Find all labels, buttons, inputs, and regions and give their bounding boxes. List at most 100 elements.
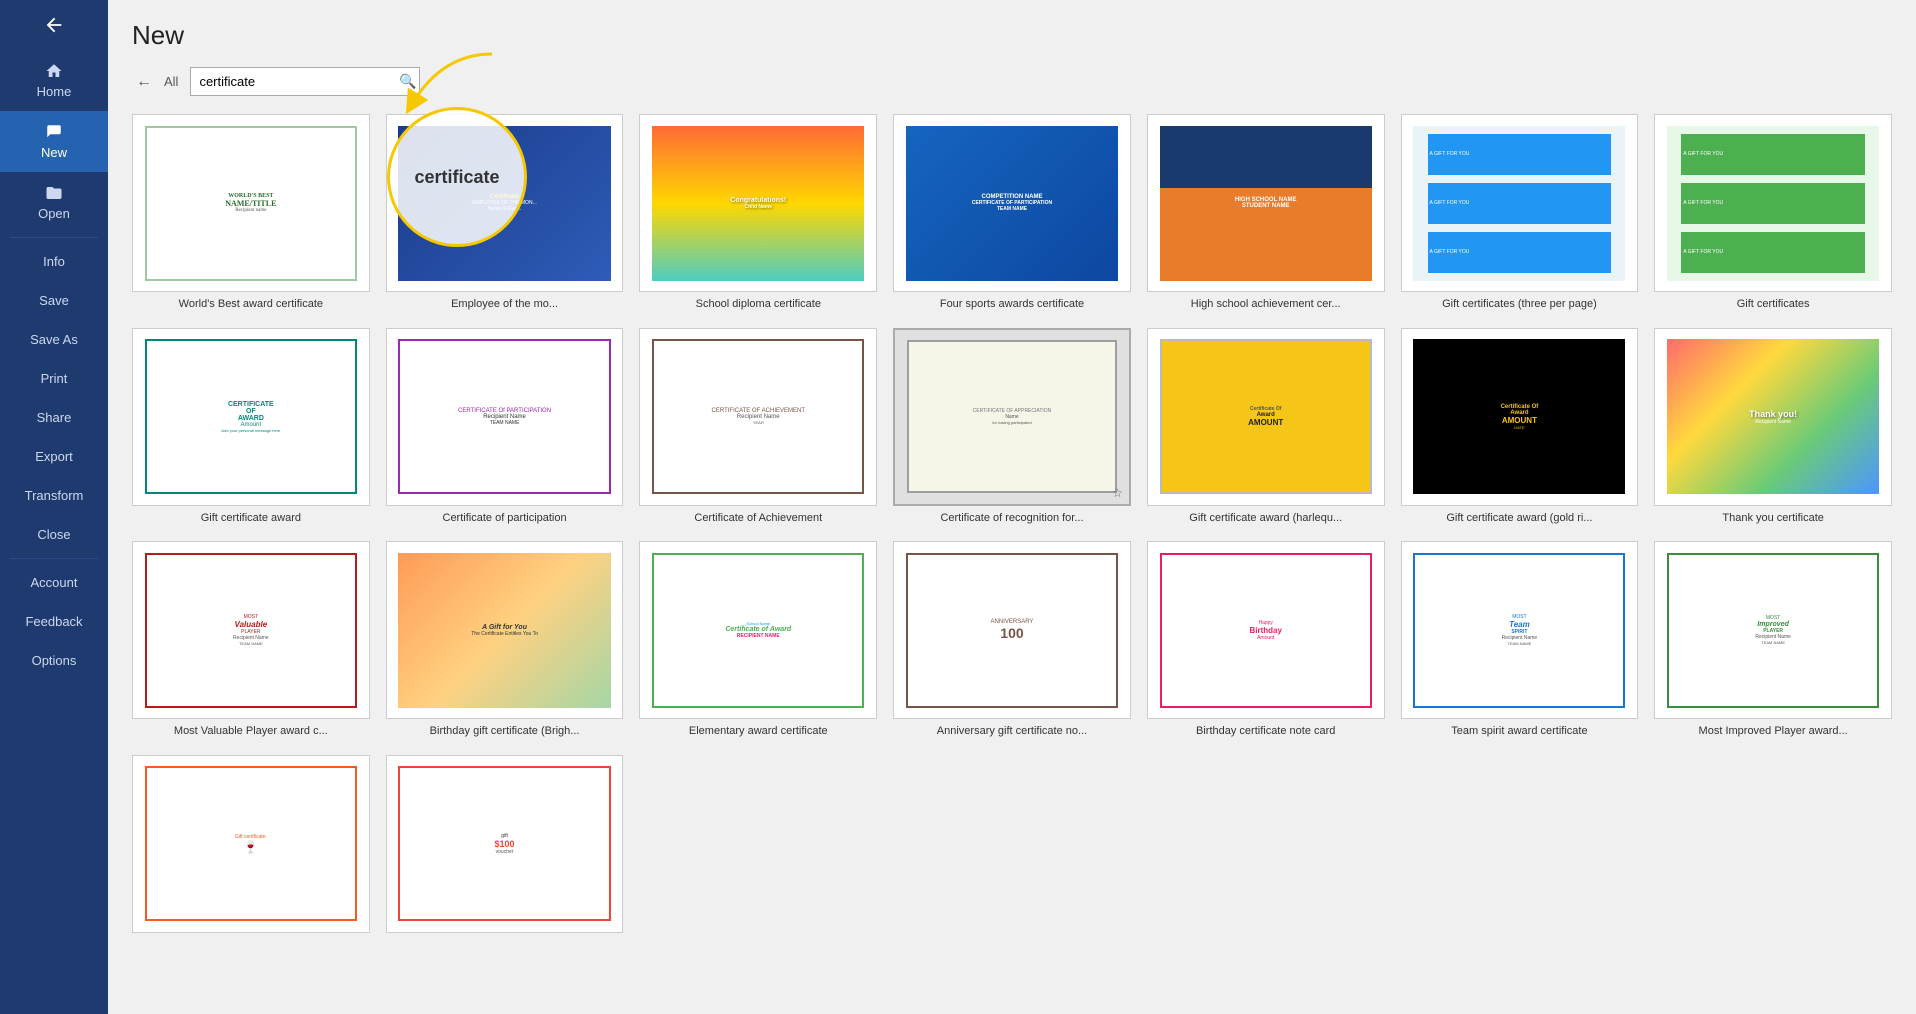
template-label-sports: Four sports awards certificate — [940, 297, 1084, 311]
template-thumb-mvp: MOST Valuable PLAYER Recipient Name TEAM… — [132, 541, 370, 719]
sidebar: Home New Open Info Save Save As Print Sh… — [0, 0, 108, 1014]
template-thumb-improved: MOST Improved PLAYER Recipient Name TEAM… — [1654, 541, 1892, 719]
template-goldri[interactable]: Certificate Of Award AMOUNT DATE Gift ce… — [1401, 328, 1639, 526]
main-content: New ← All 🔍 certificate — [108, 0, 1916, 1014]
template-birthday-gift[interactable]: A Gift for You The Certificate Entitles … — [386, 541, 624, 739]
template-thumb-participation: CERTIFICATE Of PARTICIPATION Recipient N… — [386, 328, 624, 506]
template-label-anniversary: Anniversary gift certificate no... — [937, 724, 1087, 738]
sidebar-item-print[interactable]: Print — [0, 359, 108, 398]
template-thumb-giftcerts: A GIFT FOR YOU A GIFT FOR YOU A GIFT FOR… — [1654, 114, 1892, 292]
sidebar-label-info: Info — [43, 254, 65, 269]
template-thumb-birthday: Happy Birthday Amount — [1147, 541, 1385, 719]
template-label-award-teal: Gift certificate award — [201, 511, 301, 525]
template-thumb-harlequin: Certificate Of Award AMOUNT — [1147, 328, 1385, 506]
template-label-worlds-best: World's Best award certificate — [179, 297, 323, 311]
template-thumb-thankyou: Thank you! Recipient Name — [1654, 328, 1892, 506]
sidebar-label-close: Close — [37, 527, 70, 542]
template-thumb-anniversary: ANNIVERSARY 100 — [893, 541, 1131, 719]
template-thumb-employee: Certificate EMPLOYEE OF THE MON... Name … — [386, 114, 624, 292]
template-thumb-school: Congratulations! Child Name — [639, 114, 877, 292]
sidebar-label-export: Export — [35, 449, 73, 464]
sidebar-label-transform: Transform — [25, 488, 84, 503]
template-employee[interactable]: Certificate EMPLOYEE OF THE MON... Name … — [386, 114, 624, 312]
sidebar-label-share: Share — [37, 410, 72, 425]
template-achievement[interactable]: CERTIFICATE OF ACHIEVEMENT Recipient Nam… — [639, 328, 877, 526]
sidebar-item-open[interactable]: Open — [0, 172, 108, 233]
template-label-giftcerts: Gift certificates — [1737, 297, 1810, 311]
template-thumb-gift-voucher: gift $100 voucher — [386, 755, 624, 933]
search-button[interactable]: 🔍 — [399, 73, 416, 90]
sidebar-item-info[interactable]: Info — [0, 242, 108, 281]
templates-scroll[interactable]: WORLD'S BEST NAME/TITLE Recipient name W… — [132, 114, 1892, 1014]
search-input-wrap: 🔍 — [190, 67, 420, 96]
template-worlds-best[interactable]: WORLD'S BEST NAME/TITLE Recipient name W… — [132, 114, 370, 312]
template-highschool[interactable]: HIGH SCHOOL NAME STUDENT NAME High schoo… — [1147, 114, 1385, 312]
sidebar-item-save[interactable]: Save — [0, 281, 108, 320]
sidebar-label-print: Print — [41, 371, 68, 386]
template-elementary[interactable]: School Name Certificate of Award RECIPIE… — [639, 541, 877, 739]
template-thumb-gift3: A GIFT FOR YOU A GIFT FOR YOU A GIFT FOR… — [1401, 114, 1639, 292]
template-label-harlequin: Gift certificate award (harlequ... — [1189, 511, 1342, 525]
template-school[interactable]: Congratulations! Child Name School diplo… — [639, 114, 877, 312]
template-label-achievement: Certificate of Achievement — [694, 511, 822, 525]
template-label-participation: Certificate of participation — [443, 511, 567, 525]
template-participation[interactable]: CERTIFICATE Of PARTICIPATION Recipient N… — [386, 328, 624, 526]
template-thumb-highschool: HIGH SCHOOL NAME STUDENT NAME — [1147, 114, 1385, 292]
search-back-arrow[interactable]: ← — [132, 69, 156, 95]
template-label-improved: Most Improved Player award... — [1699, 724, 1848, 738]
template-sports[interactable]: COMPETITION NAME CERTIFICATE OF PARTICIP… — [893, 114, 1131, 312]
template-label-mvp: Most Valuable Player award c... — [174, 724, 328, 738]
sidebar-nav: Home New Open Info Save Save As Print Sh… — [0, 50, 108, 554]
template-award-teal[interactable]: CERTIFICATE OF AWARD Amount Add your per… — [132, 328, 370, 526]
sidebar-item-share[interactable]: Share — [0, 398, 108, 437]
sidebar-label-home: Home — [37, 84, 72, 99]
star-icon: ☆ — [1112, 486, 1123, 500]
sidebar-item-saveas[interactable]: Save As — [0, 320, 108, 359]
sidebar-label-save: Save — [39, 293, 69, 308]
template-thumb-achievement: CERTIFICATE OF ACHIEVEMENT Recipient Nam… — [639, 328, 877, 506]
template-anniversary[interactable]: ANNIVERSARY 100 Anniversary gift certifi… — [893, 541, 1131, 739]
template-improved[interactable]: MOST Improved PLAYER Recipient Name TEAM… — [1654, 541, 1892, 739]
sidebar-item-export[interactable]: Export — [0, 437, 108, 476]
search-bar: ← All 🔍 certificate — [132, 67, 1892, 96]
template-label-elementary: Elementary award certificate — [689, 724, 828, 738]
template-thumb-birthday-gift: A Gift for You The Certificate Entitles … — [386, 541, 624, 719]
sidebar-label-account: Account — [31, 575, 78, 590]
template-label-birthday-gift: Birthday gift certificate (Brigh... — [430, 724, 580, 738]
template-gift3[interactable]: A GIFT FOR YOU A GIFT FOR YOU A GIFT FOR… — [1401, 114, 1639, 312]
template-label-goldri: Gift certificate award (gold ri... — [1446, 511, 1592, 525]
template-giftcerts[interactable]: A GIFT FOR YOU A GIFT FOR YOU A GIFT FOR… — [1654, 114, 1892, 312]
template-gift-voucher[interactable]: gift $100 voucher — [386, 755, 624, 938]
all-label: All — [164, 74, 178, 89]
template-birthday[interactable]: Happy Birthday Amount Birthday certifica… — [1147, 541, 1385, 739]
template-label-gift3: Gift certificates (three per page) — [1442, 297, 1597, 311]
template-thumb-award-teal: CERTIFICATE OF AWARD Amount Add your per… — [132, 328, 370, 506]
template-recognition[interactable]: CERTIFICATE OF APPRECIATION Name for hav… — [893, 328, 1131, 526]
sidebar-item-options[interactable]: Options — [0, 641, 108, 680]
template-harlequin[interactable]: Certificate Of Award AMOUNT Gift certifi… — [1147, 328, 1385, 526]
sidebar-item-transform[interactable]: Transform — [0, 476, 108, 515]
sidebar-divider-1 — [10, 237, 98, 238]
template-label-thankyou: Thank you certificate — [1722, 511, 1824, 525]
template-thankyou[interactable]: Thank you! Recipient Name Thank you cert… — [1654, 328, 1892, 526]
template-thumb-elementary: School Name Certificate of Award RECIPIE… — [639, 541, 877, 719]
sidebar-item-feedback[interactable]: Feedback — [0, 602, 108, 641]
template-thumb-goldri: Certificate Of Award AMOUNT DATE — [1401, 328, 1639, 506]
template-label-school: School diploma certificate — [696, 297, 821, 311]
sidebar-label-options: Options — [32, 653, 77, 668]
sidebar-item-home[interactable]: Home — [0, 50, 108, 111]
sidebar-item-close[interactable]: Close — [0, 515, 108, 554]
back-button[interactable] — [0, 0, 108, 50]
sidebar-item-account[interactable]: Account — [0, 563, 108, 602]
sidebar-label-saveas: Save As — [30, 332, 78, 347]
search-input[interactable] — [190, 67, 420, 96]
template-thumb-team: MOST Team SPIRIT Recipient Name TEAM NAM… — [1401, 541, 1639, 719]
template-gift-cert[interactable]: Gift certificate: 🍷 — [132, 755, 370, 938]
template-label-employee: Employee of the mo... — [451, 297, 558, 311]
template-team[interactable]: MOST Team SPIRIT Recipient Name TEAM NAM… — [1401, 541, 1639, 739]
sidebar-label-feedback: Feedback — [25, 614, 82, 629]
sidebar-item-new[interactable]: New — [0, 111, 108, 172]
template-label-birthday: Birthday certificate note card — [1196, 724, 1335, 738]
page-title: New — [132, 20, 1892, 51]
template-mvp[interactable]: MOST Valuable PLAYER Recipient Name TEAM… — [132, 541, 370, 739]
